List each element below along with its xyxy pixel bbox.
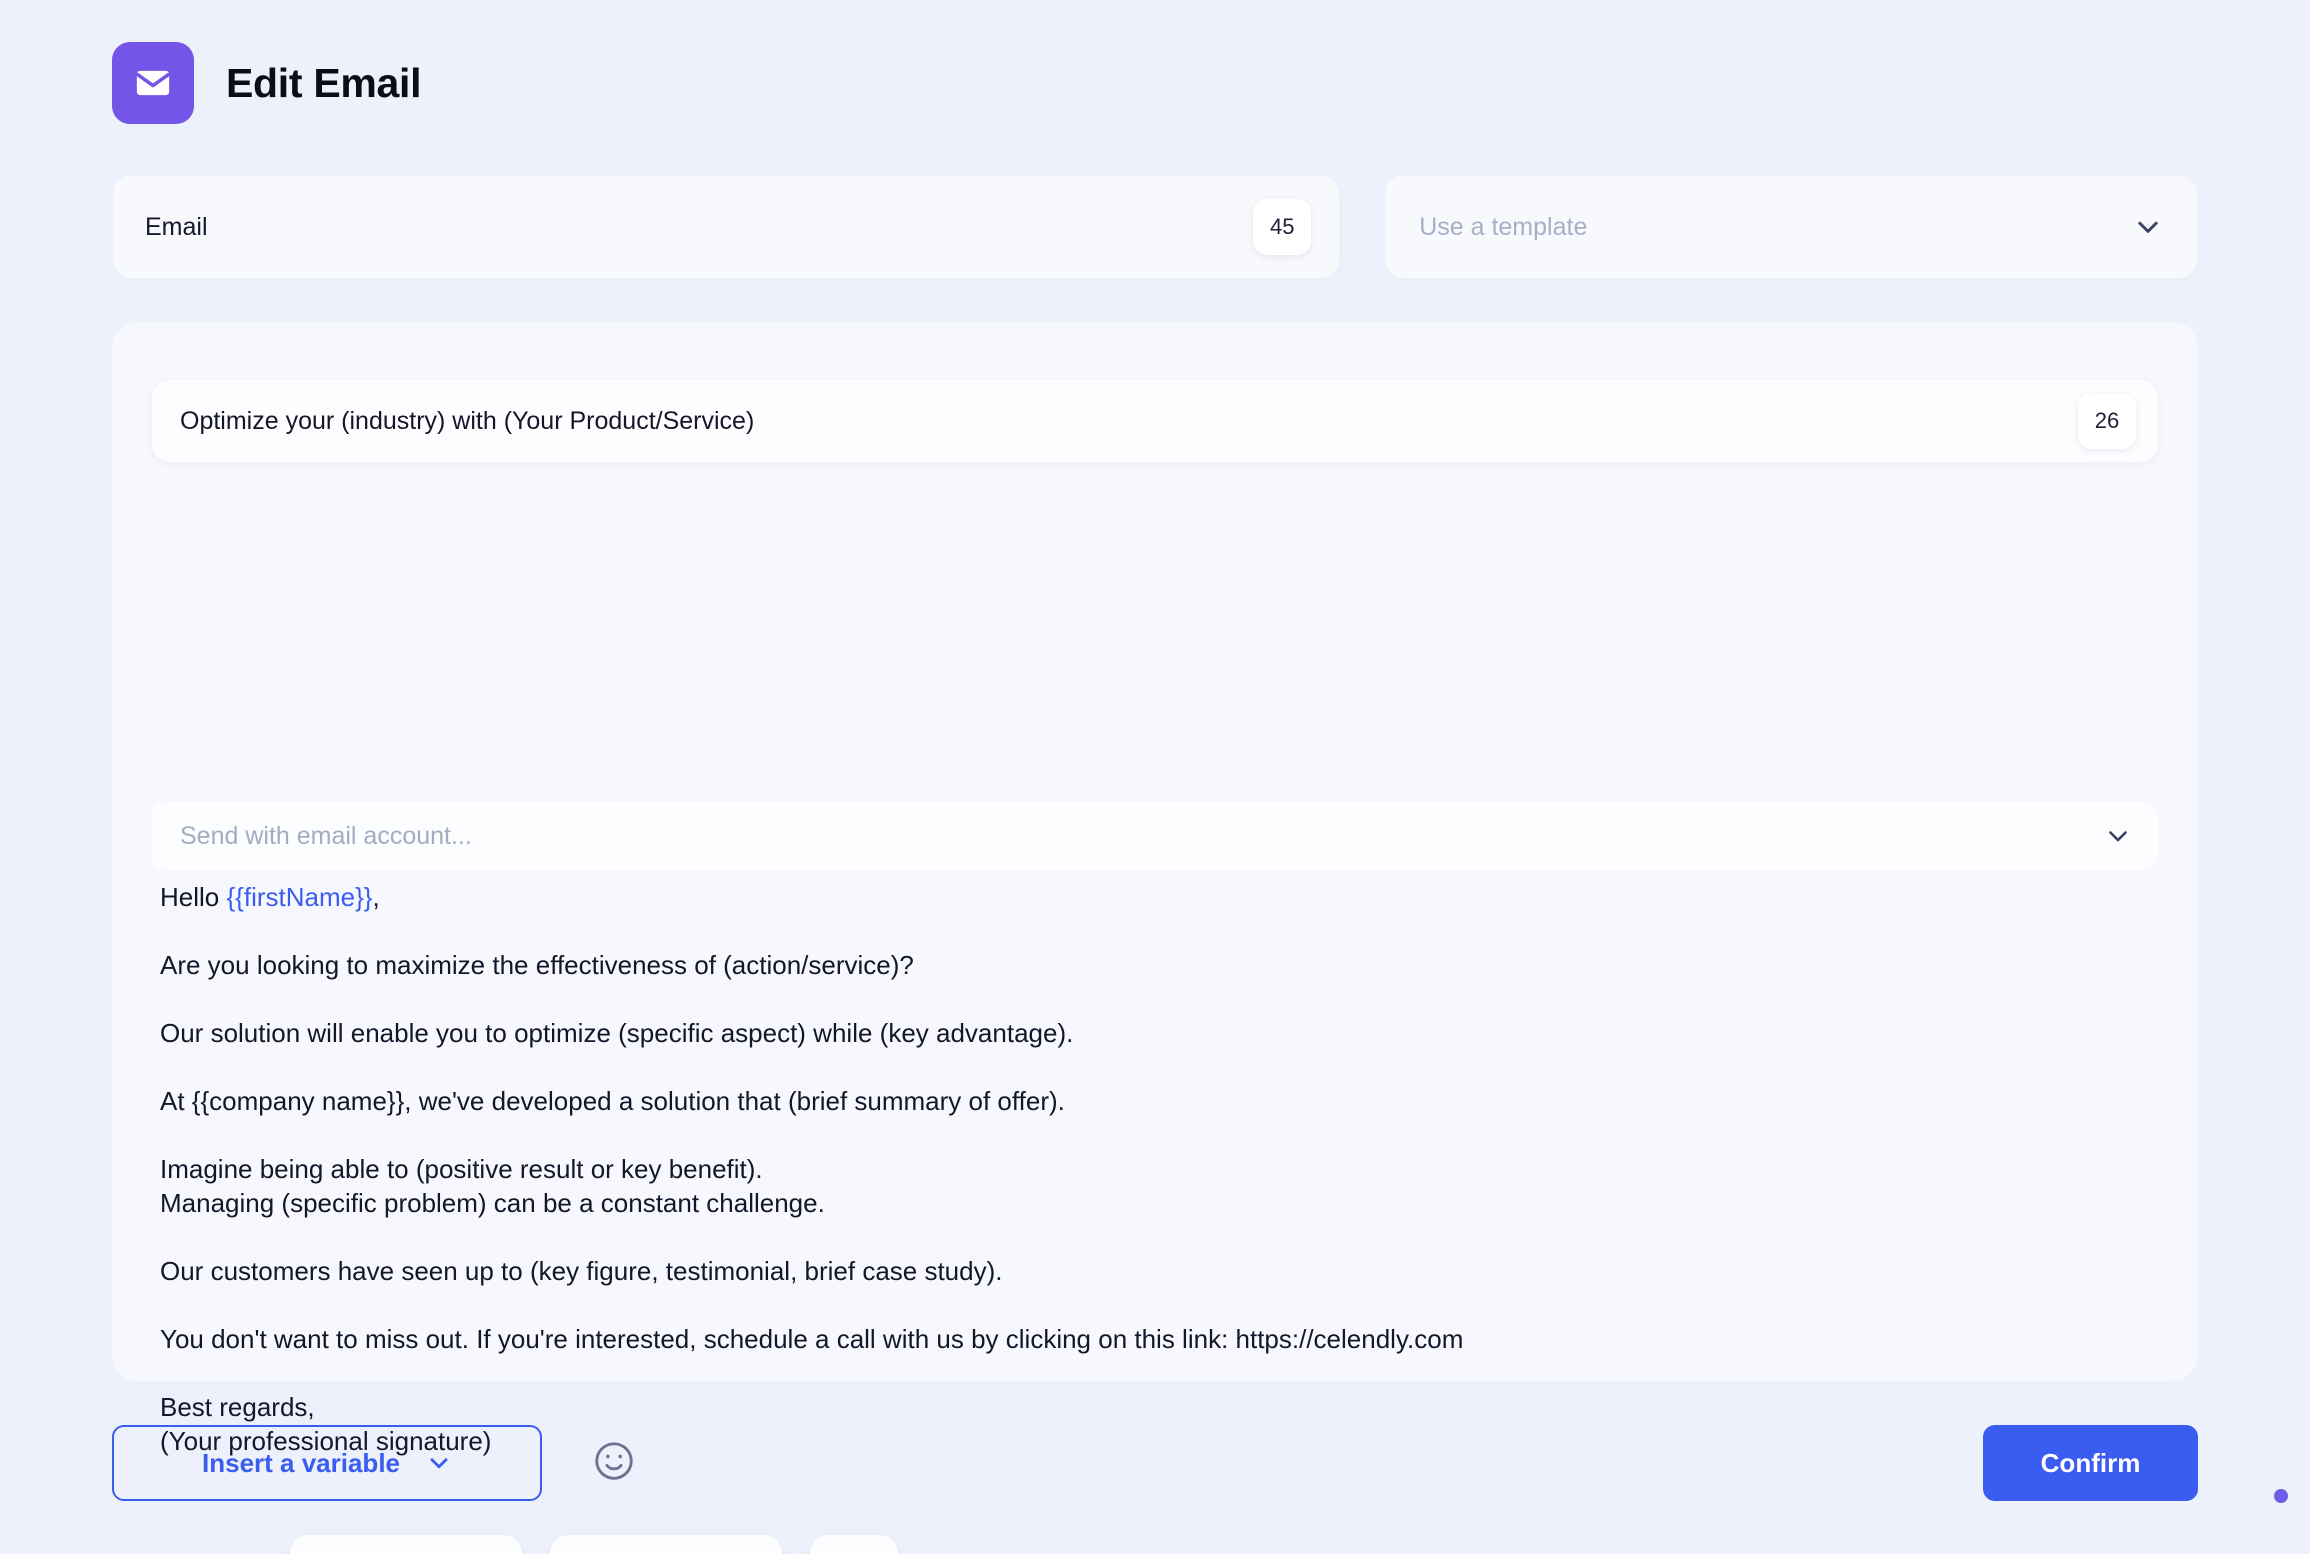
align-center-button[interactable] <box>630 1547 702 1554</box>
body-paragraph: At {{company name}}, we've developed a s… <box>160 1086 1065 1116</box>
email-account-select[interactable]: Send with email account... <box>152 802 2158 870</box>
alignment-group <box>550 1535 782 1554</box>
email-body-editor[interactable]: Hello {{firstName}}, Are you looking to … <box>160 880 2150 1458</box>
body-paragraph: Our customers have seen up to (key figur… <box>160 1256 1003 1286</box>
envelope-icon <box>112 42 194 124</box>
format-toolbar: B I U <box>290 1535 898 1554</box>
body-paragraph: Our solution will enable you to optimize… <box>160 1018 1074 1048</box>
subject-count-badge: 26 <box>2078 393 2136 449</box>
italic-button[interactable]: I <box>370 1547 442 1554</box>
template-select[interactable]: Use a template <box>1384 175 2198 279</box>
greeting-prefix: Hello <box>160 882 227 912</box>
underline-button[interactable]: U <box>442 1547 514 1554</box>
insert-variable-button[interactable]: Insert a variable <box>112 1425 542 1501</box>
chevron-down-icon <box>426 1450 452 1476</box>
bullet-list-button[interactable] <box>818 1547 890 1554</box>
subject-field[interactable]: Optimize your (industry) with (Your Prod… <box>152 380 2158 462</box>
smiley-icon <box>591 1438 637 1489</box>
email-field-value: Email <box>145 212 208 241</box>
edit-email-page: Edit Email Email 45 Use a template Optim… <box>0 0 2310 1554</box>
top-field-row: Email 45 Use a template <box>112 175 2198 279</box>
body-paragraph: You don't want to miss out. If you're in… <box>160 1324 1464 1354</box>
bottom-action-bar: Insert a variable Confirm <box>112 1425 2198 1501</box>
chevron-down-icon <box>2104 822 2132 850</box>
template-select-placeholder: Use a template <box>1419 212 1588 241</box>
body-paragraph: Are you looking to maximize the effectiv… <box>160 950 914 980</box>
list-group <box>810 1535 898 1554</box>
insert-variable-label: Insert a variable <box>202 1447 400 1478</box>
greeting-suffix: , <box>372 882 380 912</box>
resize-handle[interactable] <box>2274 1489 2288 1503</box>
align-left-button[interactable] <box>558 1547 630 1554</box>
page-header: Edit Email <box>112 42 422 124</box>
chevron-down-icon <box>2133 212 2163 242</box>
email-field[interactable]: Email 45 <box>112 175 1341 279</box>
body-paragraph: Imagine being able to (positive result o… <box>160 1154 825 1218</box>
confirm-button[interactable]: Confirm <box>1983 1425 2198 1501</box>
subject-field-value: Optimize your (industry) with (Your Prod… <box>180 406 755 435</box>
text-style-group: B I U <box>290 1535 522 1554</box>
page-title: Edit Email <box>226 59 422 106</box>
bold-button[interactable]: B <box>298 1547 370 1554</box>
email-count-badge: 45 <box>1253 199 1312 255</box>
variable-token-firstname: {{firstName}} <box>226 882 373 912</box>
email-account-placeholder: Send with email account... <box>180 821 472 850</box>
email-editor-card: Optimize your (industry) with (Your Prod… <box>112 322 2288 1554</box>
align-right-button[interactable] <box>702 1547 774 1554</box>
emoji-picker-button[interactable] <box>586 1435 642 1491</box>
body-greeting: Hello {{firstName}}, <box>160 880 2150 914</box>
